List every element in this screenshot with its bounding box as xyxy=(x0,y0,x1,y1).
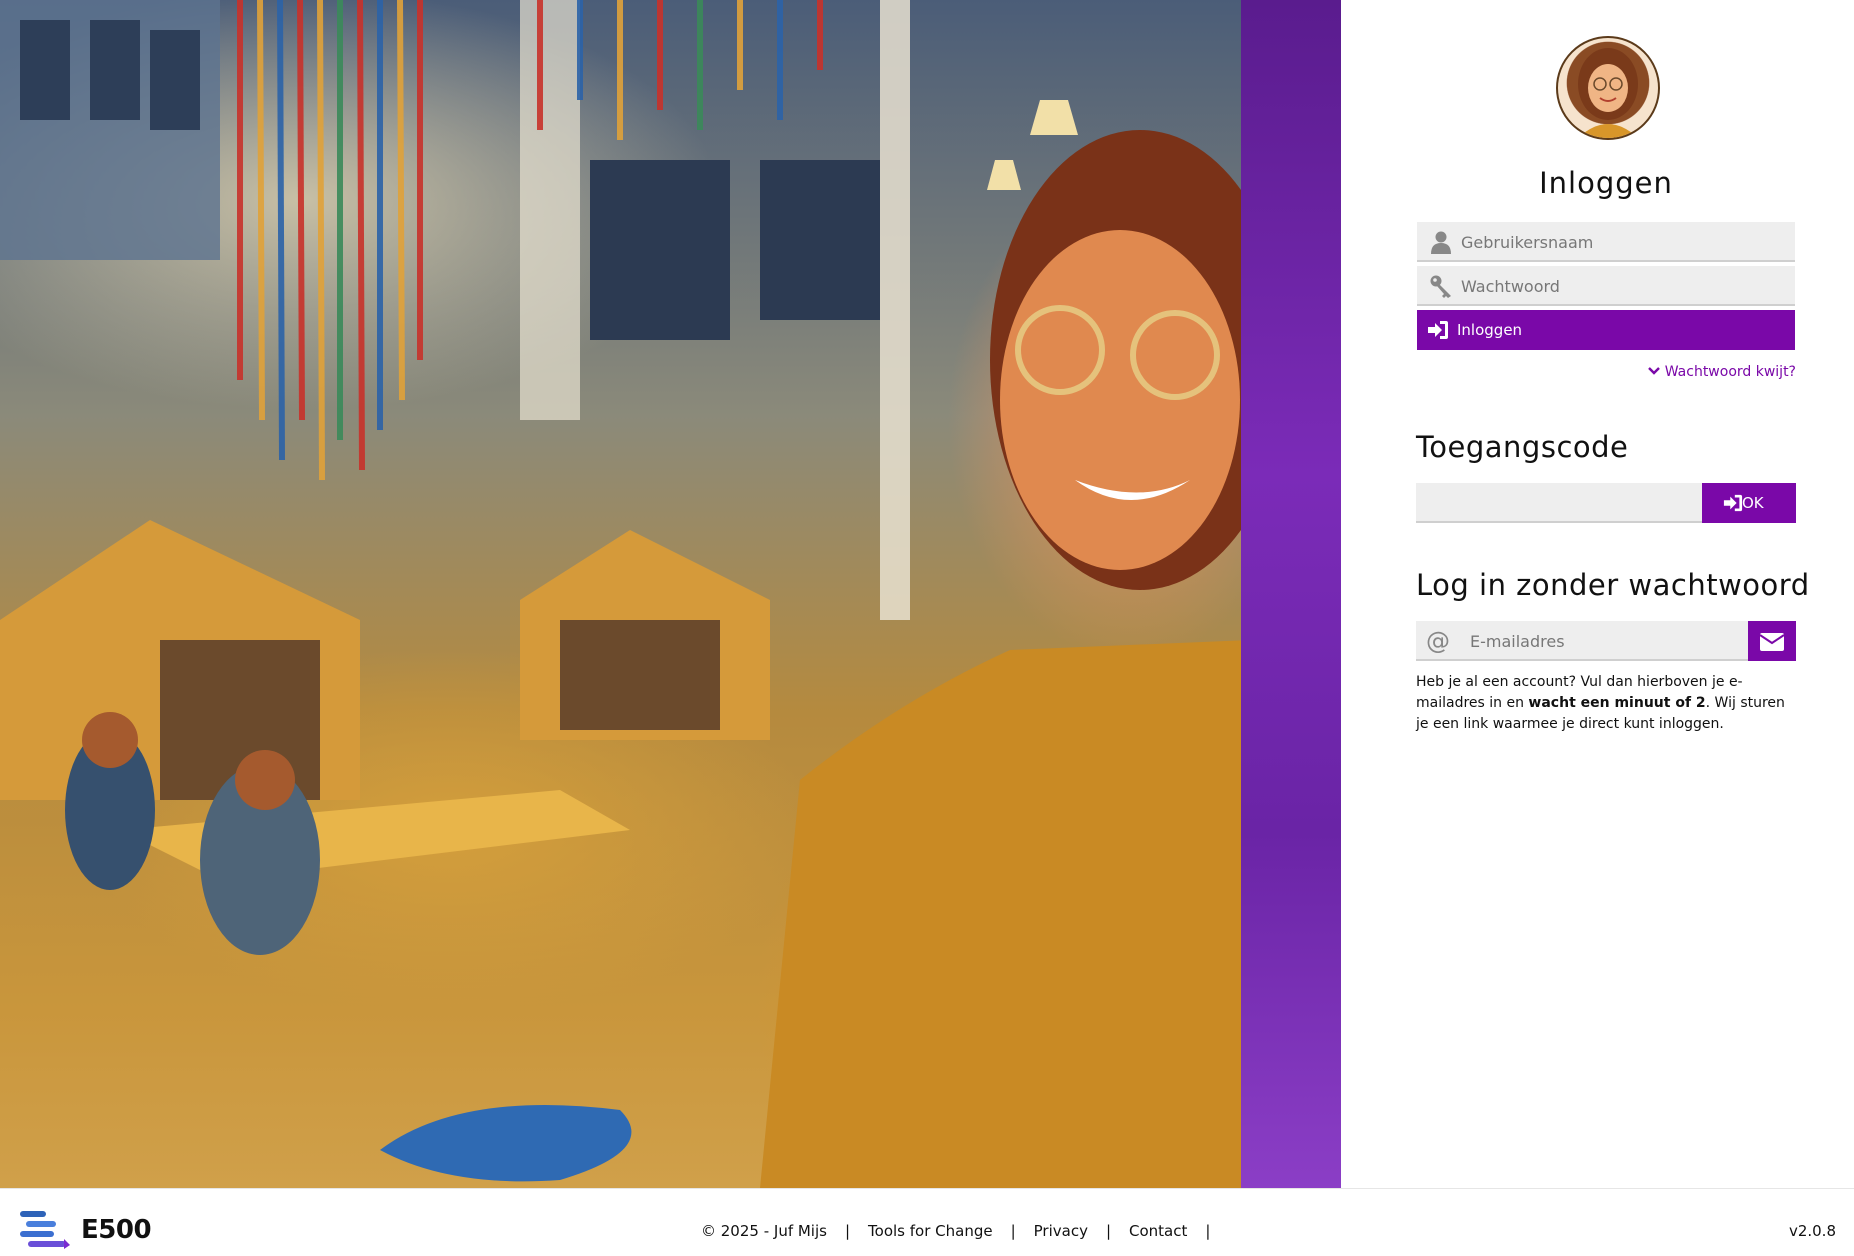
username-input[interactable] xyxy=(1459,222,1788,262)
version-label: v2.0.8 xyxy=(1788,1222,1836,1240)
logo-text: E500 xyxy=(81,1215,152,1245)
copyright: © 2025 - Juf Mijs xyxy=(701,1222,827,1240)
footer-separator: | xyxy=(1105,1222,1112,1240)
footer-links: © 2025 - Juf Mijs | Tools for Change | Priva… xyxy=(701,1222,1228,1240)
password-input[interactable] xyxy=(1459,266,1788,306)
passwordless-title: Log in zonder wachtwoord xyxy=(1416,568,1810,602)
access-code-title: Toegangscode xyxy=(1416,430,1629,464)
sign-in-icon xyxy=(1428,321,1448,339)
footer-separator: | xyxy=(1205,1222,1211,1240)
hero-painting xyxy=(0,0,1341,1188)
tools-for-change-link[interactable]: Tools for Change xyxy=(868,1222,993,1240)
forgot-password-link[interactable]: Wachtwoord kwijt? xyxy=(1647,364,1796,380)
e500-logo-icon xyxy=(20,1211,70,1249)
hero-illustration xyxy=(0,0,1341,1188)
user-icon xyxy=(1429,230,1453,254)
access-code-ok-button[interactable]: OK xyxy=(1702,483,1796,523)
login-title: Inloggen xyxy=(1539,166,1673,200)
footer-separator: | xyxy=(844,1222,851,1240)
forgot-password-label: Wachtwoord kwijt? xyxy=(1664,364,1796,380)
footer-separator: | xyxy=(1010,1222,1016,1240)
envelope-icon xyxy=(1760,633,1784,651)
send-link-button[interactable] xyxy=(1748,621,1796,661)
sign-in-icon xyxy=(1723,494,1743,512)
password-field[interactable] xyxy=(1417,266,1795,306)
access-code-input[interactable] xyxy=(1416,483,1702,523)
passwordless-hint: Heb je al een account? Vul dan hierboven… xyxy=(1416,672,1801,735)
at-icon: @ xyxy=(1426,627,1450,655)
username-field[interactable] xyxy=(1417,222,1795,262)
login-button[interactable]: Inloggen xyxy=(1417,310,1795,350)
avatar xyxy=(1556,36,1660,140)
hint-text-bold: wacht een minuut of 2 xyxy=(1528,695,1706,711)
email-input[interactable] xyxy=(1468,621,1742,661)
footer: E500 © 2025 - Juf Mijs | Tools for Change |… xyxy=(0,1188,1854,1256)
ok-label: OK xyxy=(1742,494,1764,512)
chevron-down-icon xyxy=(1647,367,1660,375)
login-button-label: Inloggen xyxy=(1457,321,1523,339)
contact-link[interactable]: Contact xyxy=(1129,1222,1187,1240)
key-icon xyxy=(1429,274,1453,298)
hero-purple-band xyxy=(1241,0,1341,1188)
privacy-link[interactable]: Privacy xyxy=(1034,1222,1088,1240)
email-field[interactable]: @ xyxy=(1416,621,1748,661)
